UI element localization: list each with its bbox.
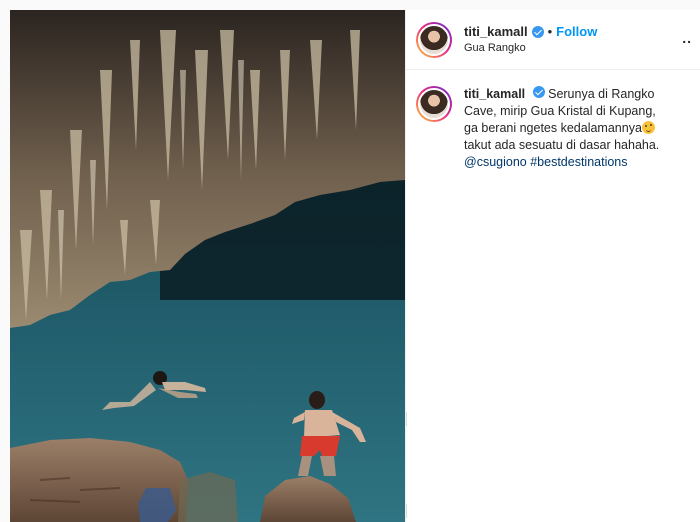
follow-button[interactable]: Follow [556, 24, 597, 40]
post-photo[interactable] [10, 10, 405, 522]
verified-badge-icon [531, 25, 544, 38]
location-link[interactable]: Gua Rangko [464, 40, 597, 56]
username-link[interactable]: titi_kamall [464, 24, 528, 40]
avatar-image [418, 88, 450, 120]
hashtag-link[interactable]: #bestdestinations [530, 155, 627, 169]
verified-badge-icon [532, 86, 545, 98]
caption-username-link[interactable]: titi_kamall [464, 87, 525, 101]
post-container: titi_kamall • Follow Gua Rangko .. titi_… [10, 10, 700, 522]
header-meta: titi_kamall • Follow Gua Rangko [464, 24, 597, 56]
separator-dot: • [547, 23, 553, 39]
caption-block: titi_kamall Serunya di Rangko Cave, miri… [406, 70, 700, 171]
caption-body-end: takut ada sesuatu di dasar hahaha. [464, 138, 660, 152]
divider-mark [406, 504, 407, 518]
avatar-image [418, 23, 450, 56]
divider-mark [406, 412, 407, 426]
profile-avatar[interactable] [416, 21, 452, 58]
caption-avatar[interactable] [416, 86, 452, 122]
caption-text: titi_kamall Serunya di Rangko Cave, miri… [464, 86, 669, 171]
mention-link[interactable]: @csugiono [464, 155, 527, 169]
more-options-icon[interactable]: .. [682, 30, 692, 46]
instagram-post-frame: titi_kamall • Follow Gua Rangko .. titi_… [0, 0, 700, 522]
post-sidebar: titi_kamall • Follow Gua Rangko .. titi_… [405, 10, 700, 522]
winking-tongue-emoji-icon [641, 121, 655, 134]
header-name-row: titi_kamall • Follow [464, 24, 597, 40]
post-header: titi_kamall • Follow Gua Rangko .. [406, 10, 700, 70]
cave-photo-image [10, 10, 405, 522]
